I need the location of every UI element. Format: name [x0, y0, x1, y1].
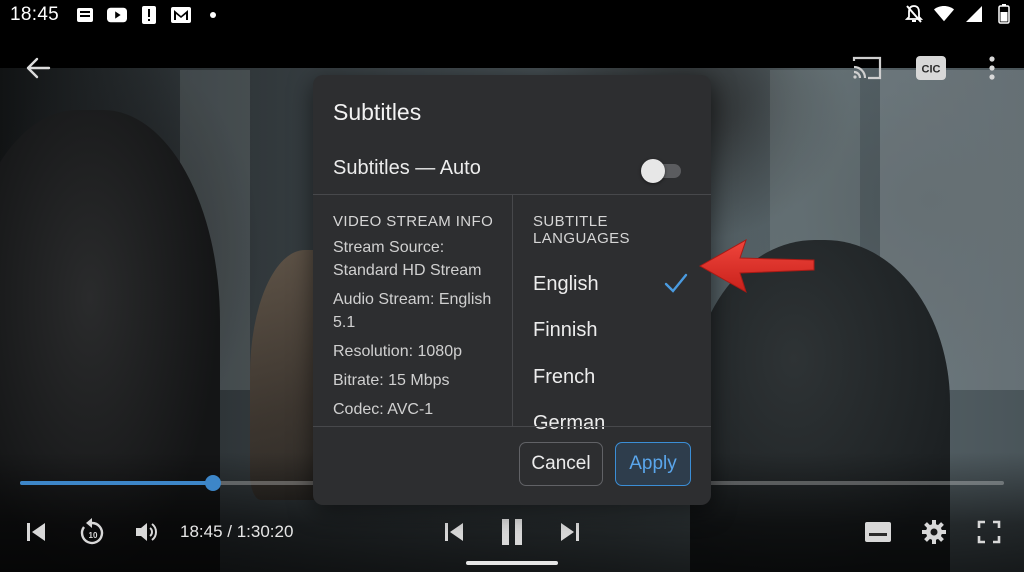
language-label: English: [533, 272, 599, 295]
skip-previous-icon: [445, 523, 463, 541]
cast-icon: [852, 56, 882, 80]
youtube-icon: [107, 5, 128, 25]
skip-previous-button[interactable]: [22, 516, 50, 548]
skip-previous-icon: [27, 523, 45, 541]
fullscreen-icon: [977, 520, 1001, 544]
switch-thumb: [641, 159, 665, 183]
back-button[interactable]: [22, 52, 54, 84]
stream-info-item: Codec: AVC-1: [333, 401, 434, 418]
language-item-french[interactable]: French: [533, 354, 703, 401]
video-stream-info: VIDEO STREAM INFO Stream Source: Standar…: [333, 213, 508, 421]
stream-info-list: Stream Source: Standard HD Stream Audio S…: [333, 236, 508, 421]
subtitles-auto-switch[interactable]: [641, 158, 683, 183]
settings-button[interactable]: [918, 516, 950, 548]
divider: [313, 426, 711, 427]
pause-icon: [502, 519, 522, 545]
dialog-title: Subtitles: [333, 99, 422, 125]
replay-10-button[interactable]: 10: [76, 516, 108, 548]
language-item-english[interactable]: English: [533, 261, 703, 308]
previous-button[interactable]: [440, 516, 468, 548]
volume-up-icon: [136, 523, 157, 541]
next-button[interactable]: [556, 516, 584, 548]
closed-captions-icon: CIC: [916, 56, 946, 80]
gear-icon: [922, 520, 946, 544]
arrow-back-icon: [26, 57, 51, 79]
pause-button[interactable]: [494, 516, 530, 548]
apply-button[interactable]: Apply: [615, 442, 691, 486]
language-list: English Finnish French German: [533, 261, 703, 447]
seek-bar-thumb[interactable]: [204, 475, 221, 491]
subtitles-dialog: Subtitles Subtitles — Auto VIDEO STREAM …: [313, 75, 711, 505]
language-item-finnish[interactable]: Finnish: [533, 308, 703, 355]
language-item-german[interactable]: German: [533, 401, 703, 448]
subtitles-auto-row[interactable]: Subtitles — Auto: [313, 149, 711, 195]
home-indicator[interactable]: [466, 561, 558, 565]
gmail-icon: [171, 5, 192, 25]
check-icon: [664, 273, 688, 293]
signal-icon: [964, 4, 984, 24]
cast-button[interactable]: [850, 53, 884, 83]
cancel-button[interactable]: Cancel: [519, 442, 603, 486]
notifications-off-icon: [904, 4, 924, 24]
subtitle-languages: SUBTITLE LANGUAGES English Finnish French G…: [533, 213, 703, 447]
skip-next-icon: [561, 523, 579, 541]
stream-info-item: Audio Stream: English 5.1: [333, 291, 492, 331]
cc-icon-text: CIC: [922, 64, 941, 76]
dot-icon: [203, 5, 223, 25]
battery-icon: [994, 4, 1014, 24]
language-label: Finnish: [533, 319, 598, 342]
volume-button[interactable]: [132, 516, 162, 548]
column-divider: [512, 195, 513, 426]
more-vert-icon: [989, 56, 995, 80]
notes-icon: [75, 5, 95, 25]
stream-info-item: Resolution: 1080p: [333, 343, 462, 360]
video-stream-info-heading: VIDEO STREAM INFO: [333, 213, 494, 230]
subtitles-button[interactable]: [862, 516, 894, 548]
svg-text:10: 10: [89, 531, 98, 540]
replay-10-icon: 10: [80, 518, 104, 545]
playback-time: 18:45 / 1:30:20: [180, 522, 294, 541]
wifi-icon: [934, 4, 954, 24]
subtitle-languages-heading: SUBTITLE LANGUAGES: [533, 213, 630, 247]
annotation-arrow-icon: [698, 238, 815, 294]
more-options-button[interactable]: [978, 52, 1006, 84]
status-bar: 18:45: [0, 0, 1024, 30]
subtitles-auto-label: Subtitles — Auto: [333, 157, 481, 179]
stream-info-item: Stream Source: Standard HD Stream: [333, 239, 482, 279]
status-icons-right: [904, 4, 1014, 24]
status-icons-left: [75, 5, 223, 25]
closed-captions-button[interactable]: CIC: [914, 54, 948, 82]
language-label: French: [533, 365, 596, 388]
subtitles-icon: [865, 522, 891, 542]
player-controls: 10 18:45 / 1:30:20: [0, 512, 1024, 552]
status-time: 18:45: [10, 4, 60, 25]
seek-bar-played: [20, 481, 213, 485]
fullscreen-button[interactable]: [974, 516, 1004, 548]
language-label: German: [533, 412, 606, 435]
alert-icon: [139, 5, 159, 25]
stream-info-item: Bitrate: 15 Mbps: [333, 372, 450, 389]
